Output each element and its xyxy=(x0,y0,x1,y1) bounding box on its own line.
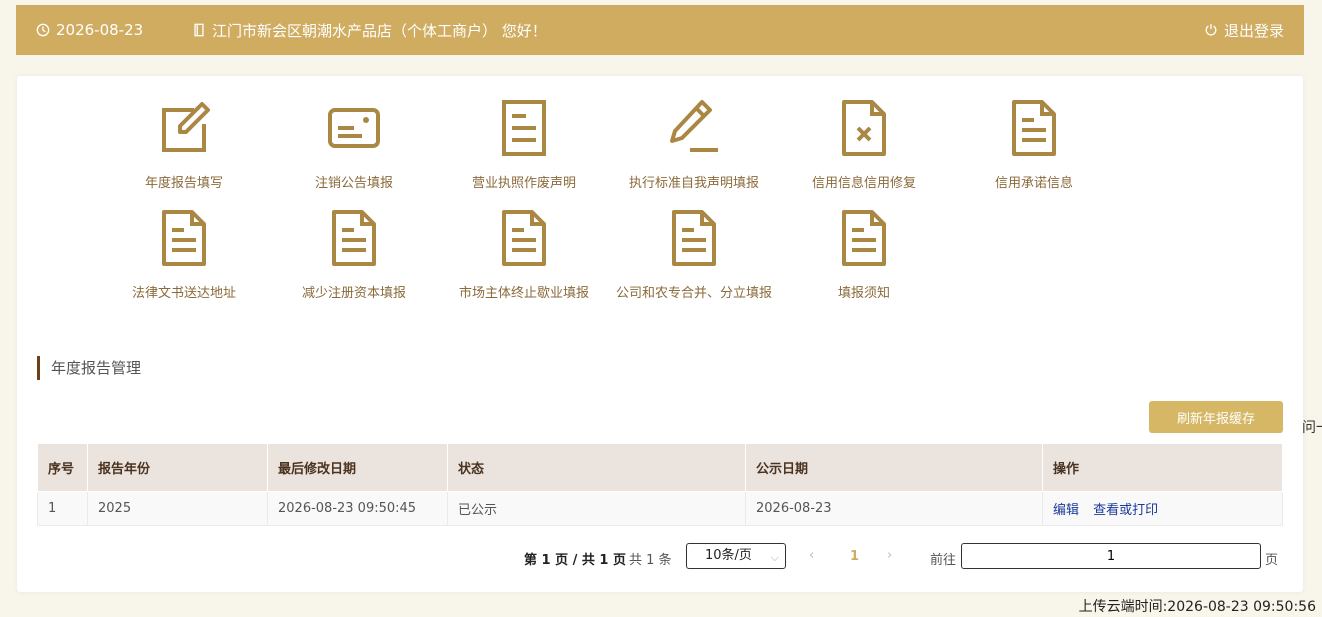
tile-label: 公司和农专合并、分立填报 xyxy=(615,286,772,301)
tile-annual-report[interactable]: 年度报告填写 xyxy=(99,98,269,198)
annual-report-table: 序号 报告年份 最后修改日期 状态 公示日期 操作 1 2025 2026-08… xyxy=(37,443,1283,526)
edit-form-icon xyxy=(162,102,210,152)
document-folded-icon xyxy=(162,210,206,266)
logout-label: 退出登录 xyxy=(1223,21,1284,40)
page-size-value: 10条/页 xyxy=(705,548,752,563)
table-header-row: 序号 报告年份 最后修改日期 状态 公示日期 操作 xyxy=(37,443,1283,492)
cell-index: 1 xyxy=(37,491,88,526)
refresh-cache-button[interactable]: 刷新年报缓存 xyxy=(1149,401,1283,433)
tile-label: 法律文书送达地址 xyxy=(131,286,236,301)
tile-filing-guide[interactable]: 填报须知 xyxy=(779,208,949,308)
document-x-icon xyxy=(842,100,886,156)
tile-credit-repair[interactable]: 信用信息信用修复 xyxy=(779,98,949,198)
clock-icon xyxy=(36,23,50,37)
tile-label: 营业执照作废声明 xyxy=(471,176,576,191)
tile-business-termination[interactable]: 市场主体终止歇业填报 xyxy=(439,208,609,308)
side-help-text[interactable]: 问一 xyxy=(1302,417,1322,437)
col-modified: 最后修改日期 xyxy=(267,443,448,492)
page-info: 第 1 页 / 共 1 页 xyxy=(524,553,626,568)
section-title: 年度报告管理 xyxy=(37,356,141,380)
pencil-icon xyxy=(670,100,718,152)
tile-label: 信用信息信用修复 xyxy=(811,176,916,191)
greeting-text: 江门市新会区朝潮水产品店（个体工商户） 您好！ xyxy=(212,21,547,40)
document-folded-icon xyxy=(1012,100,1056,156)
document-folded-icon xyxy=(332,210,376,266)
header-date: 2026-08-23 xyxy=(36,21,143,39)
logout-button[interactable]: 退出登录 xyxy=(1204,20,1284,41)
tile-label: 填报须知 xyxy=(837,286,890,301)
view-print-link[interactable]: 查看或打印 xyxy=(1093,503,1158,518)
col-published: 公示日期 xyxy=(745,443,1043,492)
total-count: 共 1 条 xyxy=(629,553,672,568)
document-icon xyxy=(502,100,546,156)
tile-merger-split[interactable]: 公司和农专合并、分立填报 xyxy=(609,208,779,308)
tile-capital-reduction[interactable]: 减少注册资本填报 xyxy=(269,208,439,308)
tile-standard-declaration[interactable]: 执行标准自我声明填报 xyxy=(609,98,779,198)
cell-actions: 编辑 查看或打印 xyxy=(1042,491,1283,526)
cell-published: 2026-08-23 xyxy=(745,491,1043,526)
goto-page-input[interactable] xyxy=(961,543,1261,569)
cell-status: 已公示 xyxy=(447,491,746,526)
document-folded-icon xyxy=(502,210,546,266)
next-page-icon[interactable]: › xyxy=(887,548,892,563)
goto-label: 前往 xyxy=(930,553,957,568)
chevron-down-icon: ⌵ xyxy=(770,551,779,564)
tile-label: 信用承诺信息 xyxy=(994,176,1073,191)
col-year: 报告年份 xyxy=(87,443,268,492)
table-row: 1 2025 2026-08-23 09:50:45 已公示 2026-08-2… xyxy=(37,491,1283,526)
header-greeting: 江门市新会区朝潮水产品店（个体工商户） 您好！ xyxy=(192,20,547,41)
col-actions: 操作 xyxy=(1042,443,1283,492)
main-card: 年度报告填写 注销公告填报 营业执照作废声明 执行标准自我声明填报 信用信息信用… xyxy=(17,76,1303,592)
pagination: 第 1 页 / 共 1 页 共 1 条 10条/页 ⌵ ‹ 1 › 前往 页 xyxy=(17,543,1303,571)
page-unit-label: 页 xyxy=(1265,553,1279,568)
tile-credit-commitment[interactable]: 信用承诺信息 xyxy=(949,98,1119,198)
cell-year: 2025 xyxy=(87,491,268,526)
tile-label: 注销公告填报 xyxy=(314,176,393,191)
col-index: 序号 xyxy=(37,443,88,492)
document-folded-icon xyxy=(842,210,886,266)
tile-label: 执行标准自我声明填报 xyxy=(628,176,759,191)
col-status: 状态 xyxy=(447,443,746,492)
edit-link[interactable]: 编辑 xyxy=(1053,503,1079,518)
upload-time: 上传云端时间:2026-08-23 09:50:56 xyxy=(1078,599,1316,615)
top-bar: 2026-08-23 江门市新会区朝潮水产品店（个体工商户） 您好！ 退出登录 xyxy=(16,5,1304,55)
tile-label: 减少注册资本填报 xyxy=(301,286,406,301)
prev-page-icon[interactable]: ‹ xyxy=(809,548,814,563)
power-icon xyxy=(1205,23,1217,36)
tile-label: 市场主体终止歇业填报 xyxy=(458,286,589,301)
current-page[interactable]: 1 xyxy=(850,549,859,564)
cell-modified: 2026-08-23 09:50:45 xyxy=(267,491,448,526)
tile-label: 年度报告填写 xyxy=(144,176,223,191)
tile-legal-address[interactable]: 法律文书送达地址 xyxy=(99,208,269,308)
tile-license-void[interactable]: 营业执照作废声明 xyxy=(439,98,609,198)
tile-cancellation-notice[interactable]: 注销公告填报 xyxy=(269,98,439,198)
document-folded-icon xyxy=(672,210,716,266)
page-size-select[interactable]: 10条/页 ⌵ xyxy=(686,543,786,569)
header-date-text: 2026-08-23 xyxy=(56,21,144,39)
door-icon xyxy=(194,23,204,37)
card-icon xyxy=(328,108,380,148)
